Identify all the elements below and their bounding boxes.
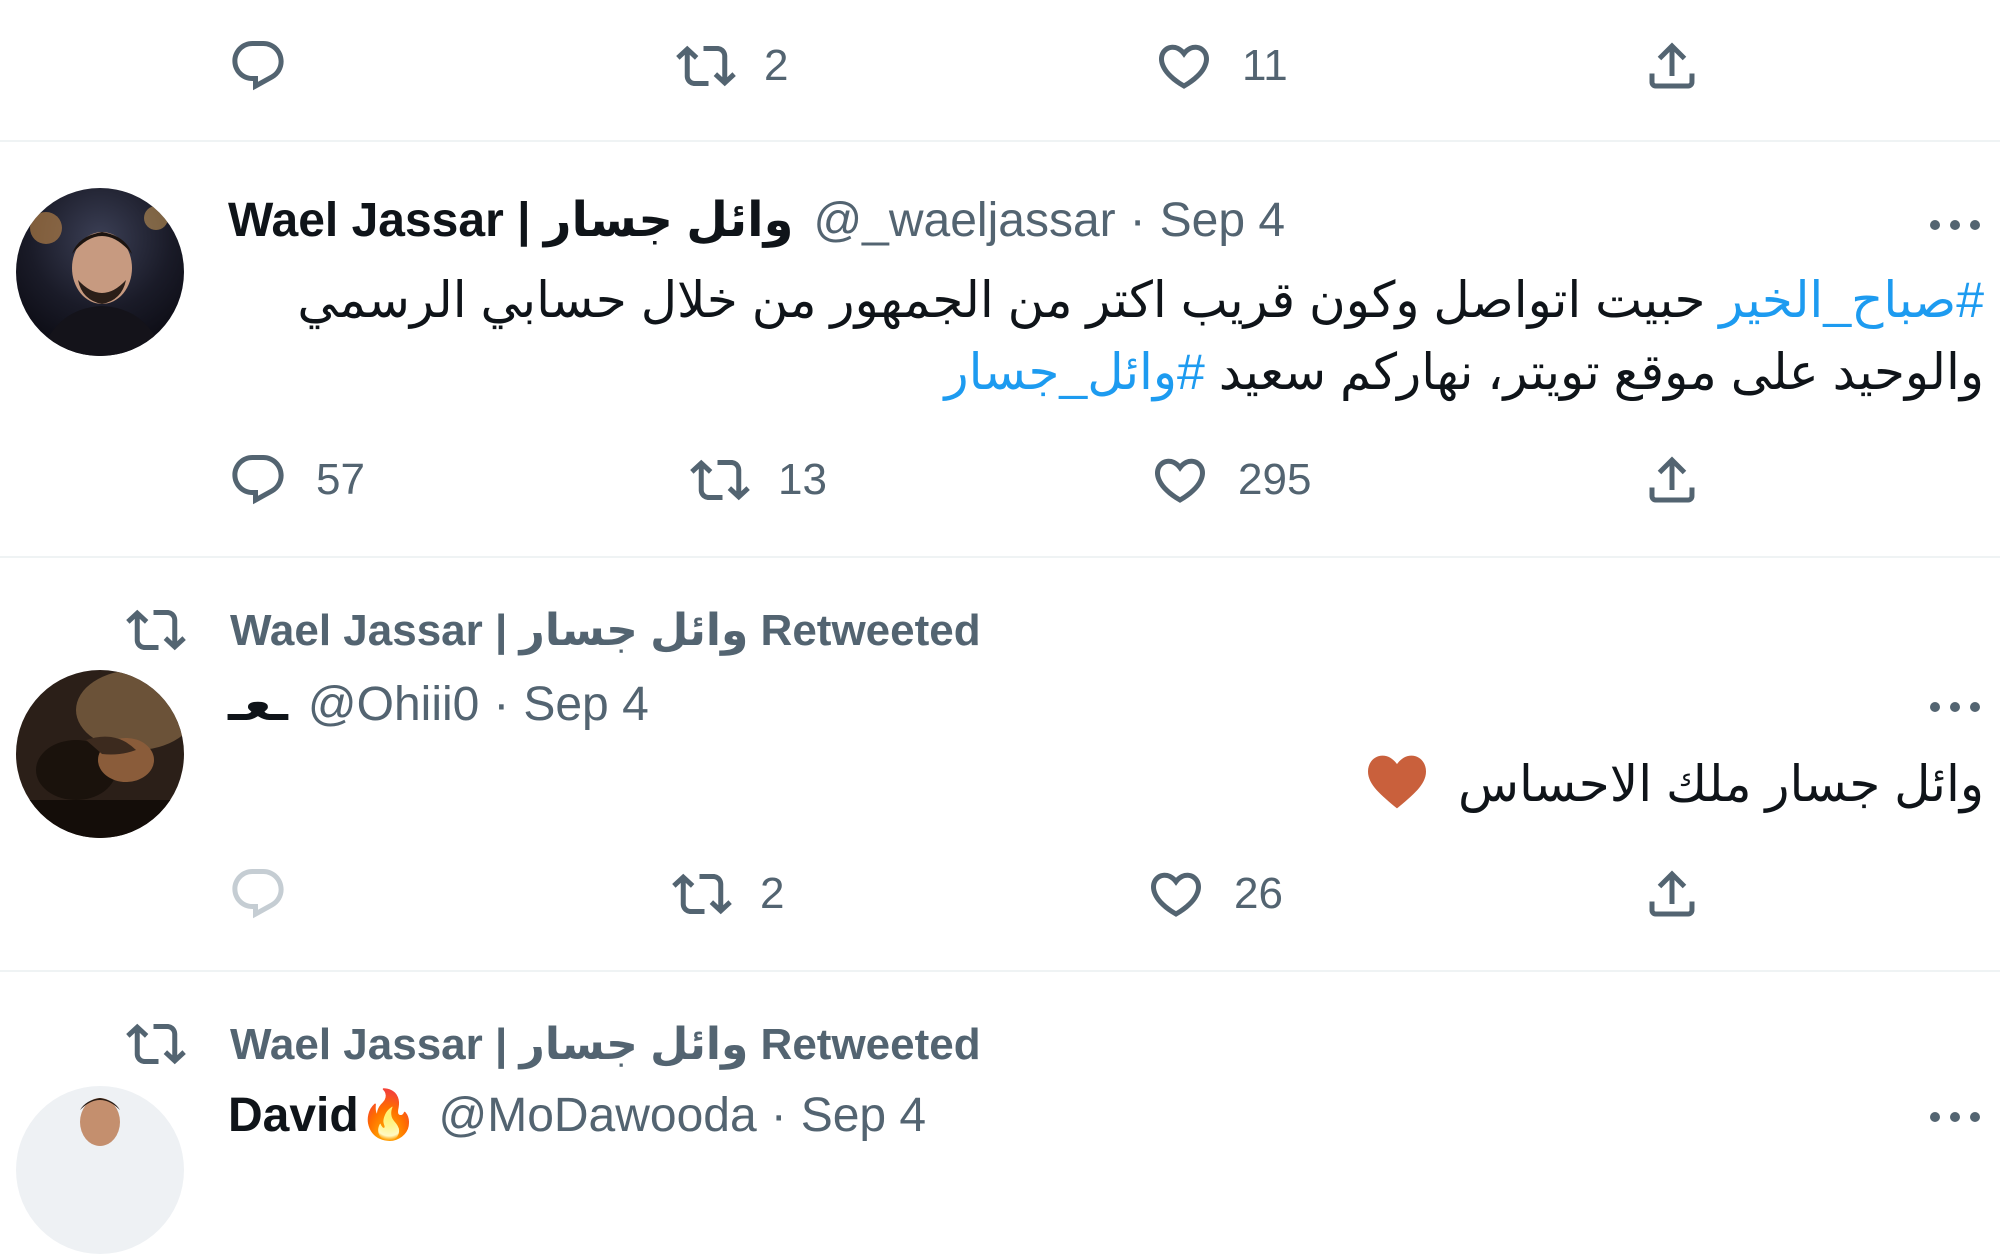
heart-icon — [1154, 36, 1214, 96]
retweet-button[interactable]: 2 — [676, 26, 788, 106]
more-icon[interactable] — [1930, 220, 1980, 230]
author-name[interactable]: Wael Jassar | وائل جسار — [228, 192, 793, 248]
retweet-icon — [690, 450, 750, 510]
tweet-actions-top: 2 11 — [0, 26, 2000, 106]
tweet-date[interactable]: Sep 4 — [801, 1088, 926, 1143]
reply-icon — [228, 36, 288, 96]
share-button[interactable] — [1642, 26, 1702, 106]
tweet-header: ـعـ @Ohiii0 · Sep 4 — [228, 676, 649, 732]
reply-button[interactable]: 57 — [228, 440, 365, 520]
retweeted-by: Wael Jassar | وائل جسار Retweeted — [126, 600, 981, 660]
timeline-feed: 2 11 Wael Jassar | وائل جسار @_waeljassa… — [0, 0, 2000, 1254]
like-button[interactable]: 295 — [1150, 440, 1311, 520]
share-button[interactable] — [1642, 440, 1702, 520]
retweet-button[interactable]: 2 — [672, 854, 784, 934]
separator-dot: · — [493, 678, 510, 731]
divider — [0, 140, 2000, 142]
avatar[interactable] — [16, 670, 184, 838]
tweet-actions: 2 26 — [0, 854, 2000, 934]
avatar[interactable] — [16, 1086, 184, 1254]
heart-emoji-icon — [1368, 755, 1427, 809]
tweet-header: David🔥 @MoDawooda · Sep 4 — [228, 1086, 926, 1143]
reply-icon — [228, 450, 288, 510]
retweet-icon — [126, 600, 186, 660]
share-icon — [1642, 450, 1702, 510]
retweet-icon — [676, 36, 736, 96]
author-name[interactable]: David🔥 — [228, 1086, 418, 1143]
tweet-date[interactable]: Sep 4 — [523, 677, 648, 732]
divider — [0, 556, 2000, 558]
tweet-date[interactable]: Sep 4 — [1160, 193, 1285, 248]
share-icon — [1642, 864, 1702, 924]
more-icon[interactable] — [1930, 1112, 1980, 1122]
more-icon[interactable] — [1930, 702, 1980, 712]
reply-icon — [228, 864, 288, 924]
retweeted-by: Wael Jassar | وائل جسار Retweeted — [126, 1014, 981, 1074]
retweet-button[interactable]: 13 — [690, 440, 827, 520]
like-button[interactable]: 26 — [1146, 854, 1283, 934]
tweet-text: #صباح_الخير حبيت اتواصل وكون قريب اكتر م… — [297, 272, 1984, 400]
tweet-header: Wael Jassar | وائل جسار @_waeljassar · S… — [228, 192, 1285, 248]
author-handle[interactable]: @_waeljassar — [813, 193, 1115, 248]
reply-button[interactable] — [228, 26, 316, 106]
retweet-icon — [126, 1014, 186, 1074]
divider — [0, 970, 2000, 972]
hashtag-link[interactable]: #صباح_الخير — [1719, 272, 1984, 328]
tweet-text: وائل جسار ملك الاحساس — [224, 748, 1984, 820]
heart-icon — [1150, 450, 1210, 510]
heart-icon — [1146, 864, 1206, 924]
avatar[interactable] — [16, 188, 184, 356]
tweet-actions: 57 13 295 — [0, 440, 2000, 520]
reply-button[interactable] — [228, 854, 316, 934]
separator-dot: · — [1129, 194, 1146, 247]
separator-dot: · — [770, 1089, 787, 1142]
author-name[interactable]: ـعـ — [228, 676, 288, 732]
share-button[interactable] — [1642, 854, 1702, 934]
retweet-icon — [672, 864, 732, 924]
share-icon — [1642, 36, 1702, 96]
like-button[interactable]: 11 — [1154, 26, 1288, 106]
author-handle[interactable]: @MoDawooda — [438, 1088, 756, 1143]
hashtag-link[interactable]: #وائل_جسار — [945, 344, 1205, 400]
author-handle[interactable]: @Ohiii0 — [308, 677, 479, 732]
